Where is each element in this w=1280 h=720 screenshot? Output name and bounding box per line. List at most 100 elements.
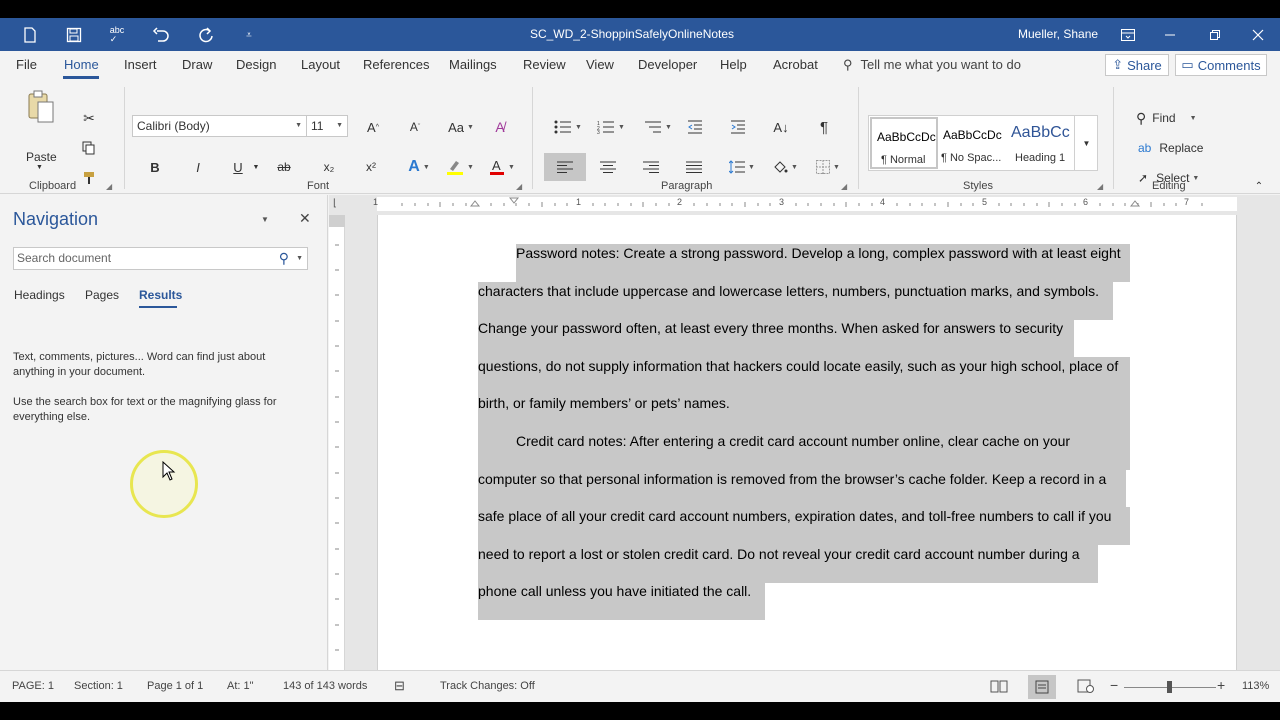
numbering-icon[interactable]: 1 2 3 ▼	[596, 117, 626, 137]
style-preview: AaBbCcDc	[943, 128, 1002, 142]
strikethrough-button[interactable]: ab	[274, 157, 294, 177]
zoom-out-icon[interactable]: −	[1110, 677, 1118, 693]
align-right-icon[interactable]	[641, 157, 661, 177]
chevron-down-icon[interactable]: ▼	[336, 116, 343, 136]
status-track-changes[interactable]: Track Changes: Off	[440, 680, 535, 692]
paste-button[interactable]: Paste ▼	[26, 150, 57, 171]
format-painter-icon[interactable]	[80, 169, 98, 187]
nav-help-text: Use the search box for text or the magni…	[13, 396, 277, 423]
pane-options-icon[interactable]: ▼	[261, 215, 269, 224]
change-case-icon[interactable]: Aa ▼	[447, 117, 475, 137]
align-center-icon[interactable]	[598, 157, 618, 177]
print-layout-button[interactable]	[1028, 675, 1056, 699]
decrease-indent-icon[interactable]	[685, 117, 705, 137]
style-normal[interactable]: AaBbCcDc ¶ Normal	[870, 117, 938, 169]
zoom-level[interactable]: 113%	[1242, 680, 1269, 692]
line-spacing-icon[interactable]: ▼	[728, 157, 756, 177]
chevron-down-icon[interactable]: ▼	[296, 248, 303, 269]
replace-label: Replace	[1159, 141, 1204, 155]
tab-selector-icon[interactable]: ⌊	[333, 198, 345, 210]
status-page-count[interactable]: Page 1 of 1	[147, 680, 203, 692]
paragraph-line: safe place of all your credit card accou…	[478, 508, 1112, 524]
clear-formatting-icon[interactable]: A̸	[490, 117, 510, 137]
paragraph-dialog-launcher-icon[interactable]: ◢	[841, 182, 847, 191]
chevron-down-icon[interactable]: ▼	[251, 157, 261, 177]
tab-headings[interactable]: Headings	[14, 288, 65, 302]
close-pane-icon[interactable]: ✕	[299, 210, 311, 227]
multilevel-list-icon[interactable]: ▼	[643, 117, 673, 137]
user-name[interactable]: Mueller, Shane	[1018, 27, 1098, 41]
tab-file[interactable]: File	[16, 57, 37, 72]
styles-dialog-launcher-icon[interactable]: ◢	[1097, 182, 1103, 191]
superscript-button[interactable]: x²	[361, 157, 381, 177]
comments-button[interactable]: ▭ Comments	[1175, 54, 1267, 76]
font-color-icon[interactable]: A ▼	[487, 157, 517, 177]
bullets-icon[interactable]: ▼	[553, 117, 583, 137]
cut-icon[interactable]: ✂	[80, 109, 98, 127]
lightbulb-icon: ⚲	[843, 57, 853, 72]
borders-icon[interactable]: ▼	[812, 157, 844, 177]
copy-icon[interactable]	[80, 139, 98, 157]
sort-icon[interactable]: A↓	[771, 117, 791, 137]
status-page[interactable]: PAGE: 1	[12, 680, 54, 692]
zoom-in-icon[interactable]: +	[1217, 677, 1225, 693]
minimize-icon[interactable]	[1160, 25, 1180, 45]
clipboard-dialog-launcher-icon[interactable]: ◢	[106, 182, 112, 191]
replace-button[interactable]: ab Replace	[1138, 138, 1203, 158]
search-icon[interactable]: ⚲	[279, 248, 289, 269]
web-layout-icon[interactable]	[1077, 679, 1095, 695]
italic-button[interactable]: I	[189, 157, 207, 177]
shading-icon[interactable]: ▼	[769, 157, 801, 177]
underline-button[interactable]: U	[229, 157, 247, 177]
ruler-number: 1	[576, 197, 582, 207]
zoom-slider-thumb[interactable]	[1167, 681, 1172, 693]
font-dialog-launcher-icon[interactable]: ◢	[516, 182, 522, 191]
tab-insert[interactable]: Insert	[124, 57, 157, 72]
tab-help[interactable]: Help	[720, 57, 747, 72]
find-button[interactable]: ⚲ Find ▼	[1136, 108, 1197, 128]
styles-more-icon[interactable]: ▼	[1074, 115, 1098, 171]
highlight-color-icon[interactable]: ▼	[445, 157, 475, 177]
search-input[interactable]: Search document ⚲ ▼	[13, 247, 308, 270]
tell-me-box[interactable]: ⚲ Tell me what you want to do	[843, 57, 1021, 73]
status-section[interactable]: Section: 1	[74, 680, 123, 692]
read-mode-icon[interactable]	[990, 679, 1008, 695]
tab-mailings[interactable]: Mailings	[449, 57, 497, 72]
proofing-icon[interactable]: ⊟	[394, 678, 405, 694]
status-position[interactable]: At: 1"	[227, 680, 254, 692]
show-formatting-marks-button[interactable]: ¶	[814, 117, 834, 137]
tab-home[interactable]: Home	[64, 57, 99, 72]
share-button[interactable]: ⇪ Share	[1105, 54, 1169, 76]
collapse-ribbon-icon[interactable]: ⌃	[1252, 179, 1266, 193]
tab-results[interactable]: Results	[139, 288, 182, 302]
tab-review[interactable]: Review	[523, 57, 566, 72]
status-word-count[interactable]: 143 of 143 words	[283, 680, 367, 692]
subscript-button[interactable]: x₂	[319, 157, 339, 177]
tab-layout[interactable]: Layout	[301, 57, 340, 72]
restore-icon[interactable]	[1205, 25, 1225, 45]
grow-font-icon[interactable]: A ^	[362, 117, 384, 137]
tab-developer[interactable]: Developer	[638, 57, 697, 72]
tab-design[interactable]: Design	[236, 57, 276, 72]
ribbon-display-options-icon[interactable]	[1118, 25, 1138, 45]
tab-pages[interactable]: Pages	[85, 288, 119, 302]
close-icon[interactable]	[1248, 25, 1268, 45]
tab-acrobat[interactable]: Acrobat	[773, 57, 818, 72]
tab-references[interactable]: References	[363, 57, 429, 72]
paragraph-line: phone call unless you have initiated the…	[478, 583, 752, 599]
style-heading-1[interactable]: AaBbCc Heading 1	[1006, 117, 1074, 169]
style-no-spacing[interactable]: AaBbCcDc ¶ No Spac...	[938, 117, 1006, 169]
document-page[interactable]: Password notes: Create a strong password…	[377, 215, 1237, 670]
chevron-down-icon[interactable]: ▼	[295, 116, 302, 136]
justify-icon[interactable]	[684, 157, 704, 177]
text-effects-icon[interactable]: A ▼	[404, 157, 434, 177]
bold-button[interactable]: B	[146, 157, 164, 177]
font-size-combo[interactable]: 11 ▼	[306, 115, 348, 137]
tab-draw[interactable]: Draw	[182, 57, 212, 72]
increase-indent-icon[interactable]	[728, 117, 748, 137]
font-name-combo[interactable]: Calibri (Body) ▼	[132, 115, 307, 137]
shrink-font-icon[interactable]: Aˇ	[404, 117, 426, 137]
tab-view[interactable]: View	[586, 57, 614, 72]
align-left-button[interactable]	[544, 153, 586, 181]
paste-icon[interactable]	[26, 90, 56, 124]
